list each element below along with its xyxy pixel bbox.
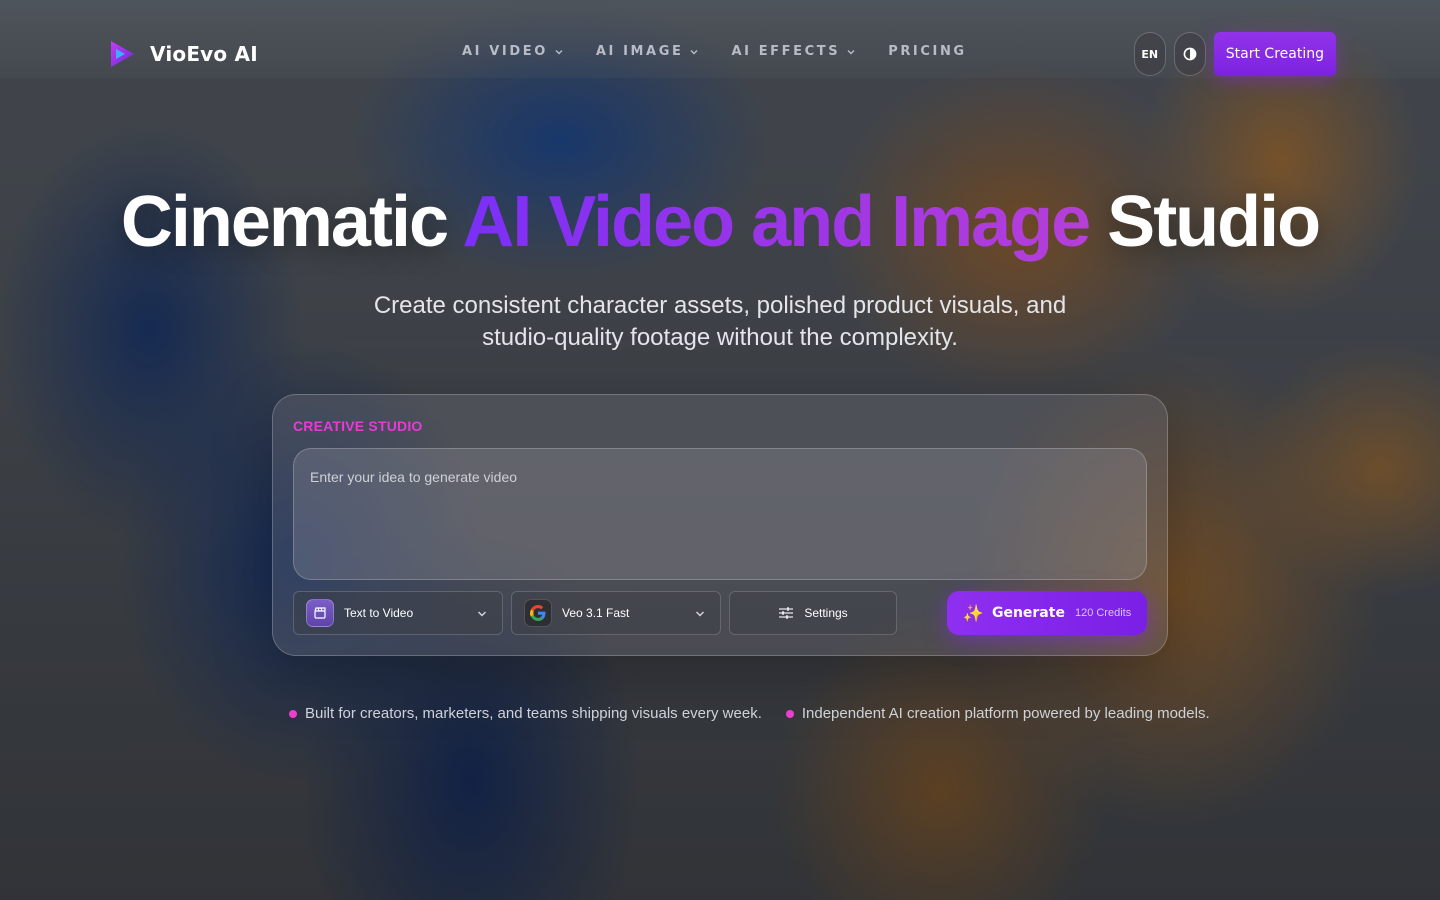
nav-item-label: AI VIDEO [462, 44, 548, 59]
prompt-input[interactable] [293, 448, 1147, 580]
hero-subtitle: Create consistent character assets, poli… [320, 290, 1120, 354]
model-select[interactable]: Veo 3.1 Fast [511, 591, 721, 635]
play-triangle-logo-icon [111, 41, 134, 67]
credit-cost: 120 Credits [1074, 607, 1132, 619]
model-label: Veo 3.1 Fast [562, 606, 630, 620]
feature-bullets: Built for creators, marketers, and teams… [289, 705, 1210, 722]
list-item: Independent AI creation platform powered… [785, 705, 1210, 722]
brand-name: VioEvo AI [150, 42, 258, 66]
generation-mode-select[interactable]: Text to Video [293, 591, 503, 635]
main-menu: AI VIDEO AI IMAGE AI EFFECTS PRICING [462, 44, 967, 59]
nav-item-ai-image[interactable]: AI IMAGE [596, 44, 700, 59]
subtitle-line-1: Create consistent character assets, poli… [373, 292, 1067, 319]
settings-label: Settings [804, 606, 848, 620]
bullet-text: Independent AI creation platform powered… [801, 705, 1210, 722]
bullet-dot-icon [785, 709, 794, 718]
top-navigation: VioEvo AI AI VIDEO AI IMAGE AI EFFECTS P… [0, 0, 1440, 108]
nav-item-ai-video[interactable]: AI VIDEO [462, 44, 564, 59]
nav-item-ai-effects[interactable]: AI EFFECTS [731, 44, 856, 59]
subtitle-line-2: studio-quality footage without the compl… [482, 324, 958, 351]
list-item: Built for creators, marketers, and teams… [289, 705, 762, 722]
theme-toggle-button[interactable] [1173, 32, 1206, 76]
bullet-dot-icon [289, 709, 297, 718]
sparkles-icon: ✨ [962, 603, 984, 623]
clapperboard-icon [306, 599, 334, 627]
generate-button[interactable]: ✨ Generate 120 Credits [947, 591, 1147, 635]
nav-item-label: PRICING [888, 44, 967, 59]
generate-label: Generate [991, 605, 1065, 621]
nav-item-label: AI EFFECTS [731, 44, 841, 59]
language-label: EN [1141, 47, 1159, 61]
chevron-down-icon [847, 49, 855, 54]
generation-mode-label: Text to Video [344, 606, 414, 620]
title-start: Cinematic [120, 182, 463, 262]
chevron-down-icon [696, 611, 704, 617]
sliders-icon [779, 607, 794, 619]
creative-studio-panel: CREATIVE STUDIO Text to Video [272, 394, 1168, 656]
nav-item-pricing[interactable]: PRICING [888, 44, 967, 59]
title-end: Studio [1089, 182, 1321, 262]
language-switcher[interactable]: EN [1133, 32, 1166, 76]
nav-item-label: AI IMAGE [595, 44, 684, 59]
brand[interactable]: VioEvo AI [106, 37, 258, 71]
google-logo-icon [524, 599, 552, 627]
start-creating-button[interactable]: Start Creating [1213, 32, 1336, 76]
settings-button[interactable]: Settings [729, 591, 897, 635]
bullet-text: Built for creators, marketers, and teams… [305, 705, 762, 722]
studio-label: CREATIVE STUDIO [293, 418, 423, 434]
studio-controls: Text to Video Veo 3.1 Fast Settings ✨ Ge… [293, 591, 1147, 635]
nav-actions: EN Start Creating [1133, 32, 1336, 76]
page-title: Cinematic AI Video and Image Studio [0, 180, 1440, 264]
chevron-down-icon [690, 49, 698, 54]
half-circle-contrast-icon [1183, 47, 1197, 61]
title-highlight: AI Video and Image [462, 182, 1091, 262]
chevron-down-icon [555, 49, 563, 54]
chevron-down-icon [478, 611, 486, 617]
